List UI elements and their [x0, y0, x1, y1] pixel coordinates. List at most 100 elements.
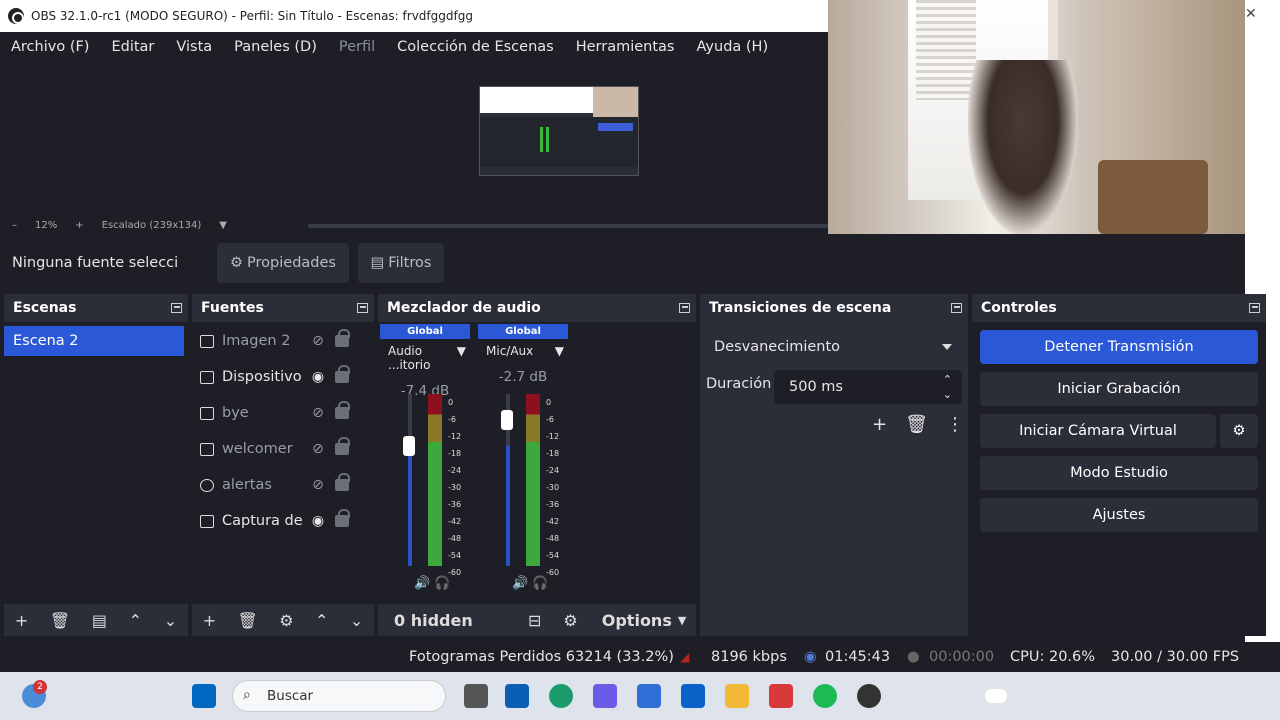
fader-handle[interactable]: [501, 410, 513, 430]
preview-scrollbar[interactable]: [308, 224, 828, 228]
eye-icon[interactable]: ◉: [309, 369, 327, 385]
hidden-count[interactable]: 0 hidden: [394, 611, 514, 630]
edge-icon[interactable]: [549, 684, 573, 708]
trash-icon[interactable]: 🗑: [238, 611, 258, 630]
menu-archivo[interactable]: Archivo (F): [0, 39, 100, 55]
hidden-eye-icon[interactable]: ⊘: [309, 405, 327, 421]
status-bar: Fotogramas Perdidos 63214 (33.2%) ◢ 8196…: [0, 642, 1280, 672]
folder-icon[interactable]: [725, 684, 749, 708]
outlook-icon[interactable]: [637, 684, 661, 708]
filters-button[interactable]: ▤ Filtros: [358, 243, 444, 283]
copilot-icon[interactable]: [593, 684, 617, 708]
gear-icon[interactable]: ⚙: [279, 611, 293, 630]
source-item[interactable]: welcomer ⊘: [200, 434, 356, 464]
move-down-icon[interactable]: ⌄: [350, 611, 363, 630]
task-view-icon[interactable]: [464, 684, 488, 708]
obs-logo-icon: [8, 8, 24, 24]
undock-icon[interactable]: [1249, 303, 1260, 313]
fader-handle[interactable]: [403, 436, 415, 456]
menu-vista[interactable]: Vista: [165, 39, 223, 55]
source-item[interactable]: Dispositivo ◉: [200, 362, 356, 392]
speaker-icon[interactable]: 🔊: [512, 576, 528, 591]
hidden-eye-icon[interactable]: ⊘: [309, 333, 327, 349]
hidden-eye-icon[interactable]: ⊘: [309, 477, 327, 493]
menu-coleccion[interactable]: Colección de Escenas: [386, 39, 565, 55]
cloud-icon[interactable]: [985, 689, 1007, 703]
browser-icon: [200, 478, 214, 492]
menu-paneles[interactable]: Paneles (D): [223, 39, 328, 55]
hidden-eye-icon[interactable]: ⊘: [309, 441, 327, 457]
source-item[interactable]: bye ⊘: [200, 398, 356, 428]
chevron-down-icon[interactable]: ▼: [457, 344, 466, 372]
eye-icon[interactable]: ◉: [309, 513, 327, 529]
filter-icon[interactable]: ▤: [92, 611, 107, 630]
chevron-down-icon: [942, 344, 952, 355]
options-button[interactable]: Options: [602, 611, 672, 630]
global-badge: Global: [380, 324, 470, 339]
move-up-icon[interactable]: ⌃: [129, 611, 142, 630]
zoom-in-button[interactable]: +: [75, 220, 83, 231]
app-icon[interactable]: [769, 684, 793, 708]
stepper-icon[interactable]: ⌃ ⌄: [943, 372, 952, 402]
virtual-camera-button[interactable]: Iniciar Cámara Virtual: [980, 414, 1216, 448]
move-down-icon[interactable]: ⌄: [164, 611, 177, 630]
undock-icon[interactable]: [679, 303, 690, 313]
advanced-audio-icon[interactable]: ⚙: [563, 611, 577, 630]
studio-mode-button[interactable]: Modo Estudio: [980, 456, 1258, 490]
layout-icon[interactable]: ⊟: [528, 611, 541, 630]
spotify-icon[interactable]: [813, 684, 837, 708]
windows-start-icon[interactable]: [192, 684, 216, 708]
volume-fader[interactable]: [408, 394, 412, 566]
undock-icon[interactable]: [171, 303, 182, 313]
menu-herramientas[interactable]: Herramientas: [565, 39, 686, 55]
channel-name: Audio ...itorio: [388, 344, 431, 372]
transition-select[interactable]: Desvanecimiento: [704, 330, 962, 364]
scale-dropdown-icon[interactable]: ▼: [219, 220, 227, 231]
close-icon[interactable]: ✕: [1245, 6, 1259, 22]
lock-icon[interactable]: [335, 329, 350, 347]
properties-button[interactable]: ⚙ Propiedades: [217, 243, 349, 283]
store-icon[interactable]: [505, 684, 529, 708]
menu-editar[interactable]: Editar: [100, 39, 165, 55]
lock-icon[interactable]: [335, 401, 350, 419]
headphones-icon[interactable]: 🎧: [434, 576, 450, 591]
undock-icon[interactable]: [951, 303, 962, 313]
preview-canvas[interactable]: [0, 62, 828, 217]
lock-icon[interactable]: [335, 509, 350, 527]
zoom-out-button[interactable]: –: [12, 220, 17, 231]
add-transition-icon[interactable]: +: [872, 414, 887, 435]
settings-button[interactable]: Ajustes: [980, 498, 1258, 532]
source-item[interactable]: alertas ⊘: [200, 470, 356, 500]
undock-icon[interactable]: [357, 303, 368, 313]
lock-icon[interactable]: [335, 473, 350, 491]
headphones-icon[interactable]: 🎧: [532, 576, 548, 591]
lock-icon[interactable]: [335, 437, 350, 455]
trash-icon[interactable]: 🗑: [905, 414, 928, 435]
stop-stream-button[interactable]: Detener Transmisión: [980, 330, 1258, 364]
taskbar-search[interactable]: ⌕ Buscar: [232, 680, 446, 712]
scene-item[interactable]: Escena 2: [4, 326, 184, 356]
preview-thumbnail: [479, 86, 639, 176]
chevron-down-icon[interactable]: ▼: [555, 344, 564, 358]
obs-taskbar-icon[interactable]: [857, 684, 881, 708]
more-options-icon[interactable]: ⋮: [946, 414, 964, 435]
chevron-down-icon[interactable]: ▼: [678, 614, 686, 627]
source-item[interactable]: Imagen 2 ⊘: [200, 326, 356, 356]
add-scene-icon[interactable]: +: [15, 611, 28, 630]
notification-badge: 2: [33, 680, 47, 694]
start-recording-button[interactable]: Iniciar Grabación: [980, 372, 1258, 406]
trash-icon[interactable]: 🗑: [50, 611, 70, 630]
editor-icon[interactable]: [681, 684, 705, 708]
zoom-percent: 12%: [35, 220, 58, 231]
virtual-camera-settings-button[interactable]: ⚙: [1220, 414, 1258, 448]
menu-perfil[interactable]: Perfil: [328, 39, 386, 55]
controls-dock: Controles Detener Transmisión Iniciar Gr…: [972, 294, 1266, 636]
add-source-icon[interactable]: +: [203, 611, 216, 630]
duration-input[interactable]: 500 ms ⌃ ⌄: [774, 370, 962, 404]
speaker-icon[interactable]: 🔊: [414, 576, 430, 591]
lock-icon[interactable]: [335, 365, 350, 383]
menu-ayuda[interactable]: Ayuda (H): [685, 39, 779, 55]
source-item[interactable]: Captura de ◉: [200, 506, 356, 536]
move-up-icon[interactable]: ⌃: [315, 611, 328, 630]
webcam-overlay: [828, 0, 1245, 234]
